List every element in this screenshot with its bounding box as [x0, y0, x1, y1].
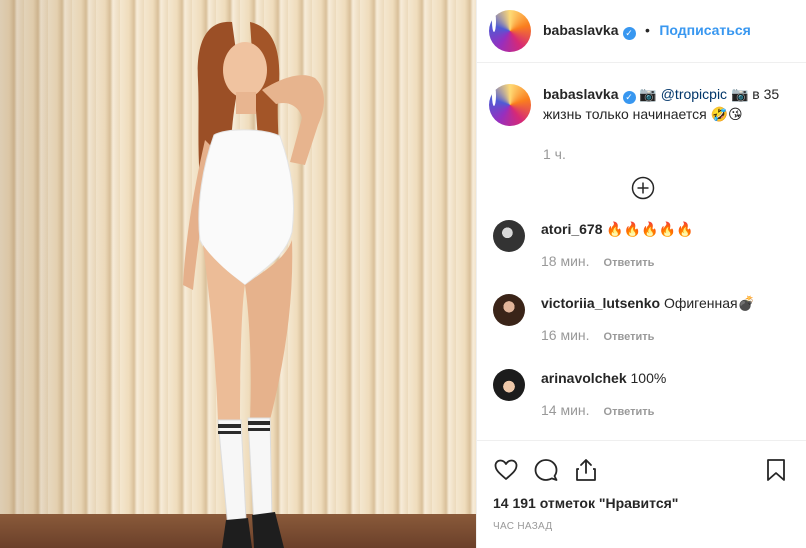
commenter-username[interactable]: victoriia_lutsenko — [541, 295, 660, 311]
camera-emoji: 📷 — [730, 86, 749, 102]
share-button[interactable] — [573, 457, 601, 485]
caption-username[interactable]: babaslavka — [543, 86, 619, 102]
post-timestamp[interactable]: ЧАС НАЗАД — [477, 511, 806, 532]
caption-mention-link[interactable]: @tropicpic — [661, 86, 727, 102]
caption-author-avatar[interactable] — [489, 84, 531, 126]
comment-meta: 14 мин. Ответить — [541, 402, 666, 418]
caption-timestamp[interactable]: 1 ч. — [543, 146, 806, 162]
like-button[interactable] — [493, 457, 521, 485]
author-avatar[interactable] — [489, 10, 531, 52]
comment-item: arinavolchek 100% 14 мин. Ответить — [493, 369, 666, 418]
load-more-comments-button[interactable] — [631, 176, 655, 200]
commenter-avatar[interactable] — [493, 369, 525, 401]
comment-line: victoriia_lutsenko Офигенная💣 — [541, 294, 755, 312]
caption-text-block: babaslavka ✓ 📷 @tropicpic 📷 в 35 жизнь то… — [543, 84, 783, 126]
save-button[interactable] — [763, 457, 791, 485]
verified-badge-icon: ✓ — [622, 91, 636, 104]
reply-button[interactable]: Ответить — [604, 406, 655, 418]
commenter-username[interactable]: arinavolchek — [541, 370, 627, 386]
header-user-block: babaslavka ✓ • Подписаться — [543, 22, 751, 40]
comment-line: atori_678 🔥🔥🔥🔥🔥 — [541, 220, 694, 238]
post-sidebar: babaslavka ✓ • Подписаться babaslavka ✓ 📷 … — [476, 0, 806, 548]
reply-button[interactable]: Ответить — [604, 331, 655, 343]
comment-item: atori_678 🔥🔥🔥🔥🔥 18 мин. Ответить — [493, 220, 694, 269]
comment-body: victoriia_lutsenko Офигенная💣 16 мин. Отв… — [541, 294, 755, 343]
comment-meta: 18 мин. Ответить — [541, 253, 694, 269]
post-photo[interactable] — [0, 0, 476, 548]
comment-timestamp[interactable]: 16 мин. — [541, 327, 590, 343]
author-username[interactable]: babaslavka — [543, 22, 619, 38]
comments-section: babaslavka ✓ 📷 @tropicpic 📷 в 35 жизнь то… — [477, 84, 806, 200]
comment-text: Офигенная💣 — [663, 295, 756, 311]
comment-meta: 16 мин. Ответить — [541, 327, 755, 343]
post-caption: babaslavka ✓ 📷 @tropicpic 📷 в 35 жизнь то… — [477, 84, 806, 126]
post-actions-section: 14 191 отметок "Нравится" ЧАС НАЗАД — [477, 440, 806, 532]
action-buttons — [477, 441, 806, 485]
speech-bubble-icon — [534, 459, 558, 481]
separator-dot: • — [644, 22, 650, 38]
likes-count[interactable]: 14 191 отметок "Нравится" — [477, 485, 806, 511]
heart-icon — [494, 459, 518, 480]
comment-text: 🔥🔥🔥🔥🔥 — [606, 221, 694, 237]
post-header: babaslavka ✓ • Подписаться — [477, 0, 806, 63]
share-icon — [576, 459, 596, 481]
comment-timestamp[interactable]: 18 мин. — [541, 253, 590, 269]
comment-timestamp[interactable]: 14 мин. — [541, 402, 590, 418]
woman-figure — [183, 21, 324, 548]
commenter-avatar[interactable] — [493, 220, 525, 252]
follow-button[interactable]: Подписаться — [659, 22, 751, 38]
comment-text: 100% — [630, 370, 667, 386]
commenter-avatar[interactable] — [493, 294, 525, 326]
camera-emoji: 📷 — [639, 86, 657, 102]
comment-line: arinavolchek 100% — [541, 369, 666, 387]
commenter-username[interactable]: atori_678 — [541, 221, 602, 237]
comment-body: atori_678 🔥🔥🔥🔥🔥 18 мин. Ответить — [541, 220, 694, 269]
comment-item: victoriia_lutsenko Офигенная💣 16 мин. Отв… — [493, 294, 755, 343]
reply-button[interactable]: Ответить — [604, 257, 655, 269]
plus-circle-icon — [631, 176, 655, 200]
comment-button[interactable] — [533, 457, 561, 485]
bookmark-icon — [767, 459, 785, 481]
comment-body: arinavolchek 100% 14 мин. Ответить — [541, 369, 666, 418]
verified-badge-icon: ✓ — [622, 27, 636, 40]
